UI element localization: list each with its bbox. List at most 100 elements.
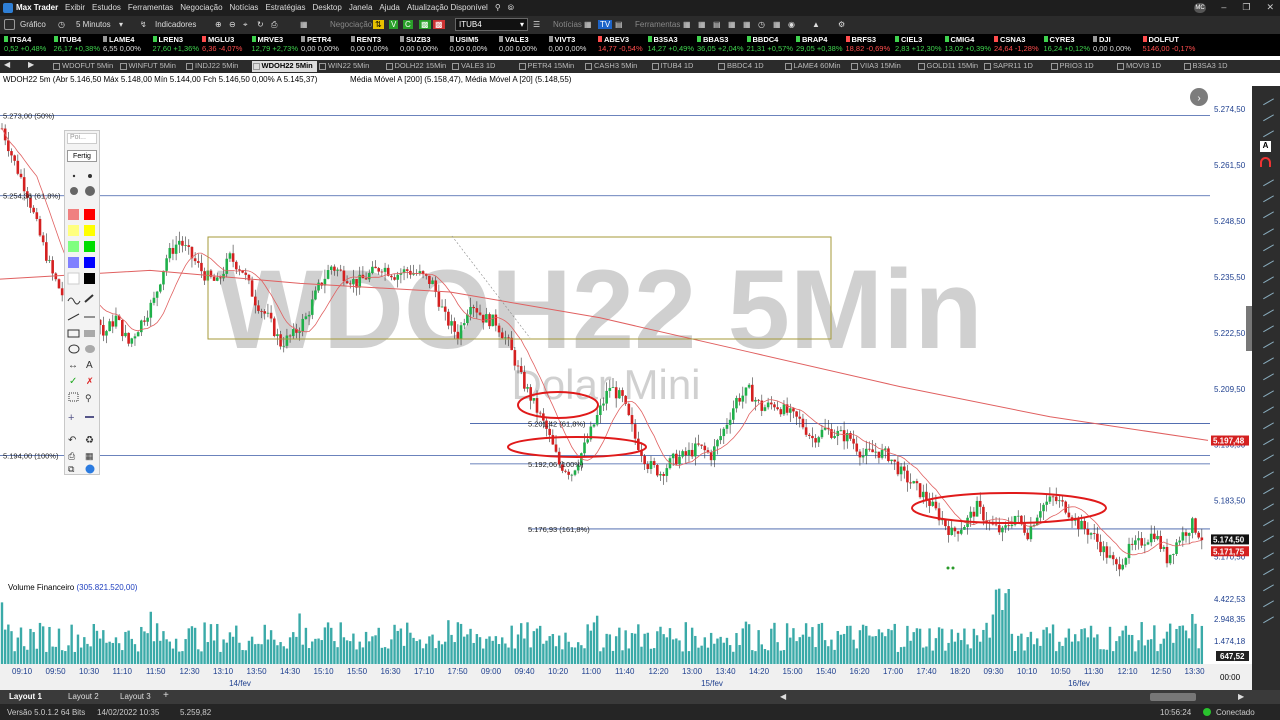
expand-icon[interactable] [1258, 559, 1274, 576]
filled-rectangle-icon[interactable] [84, 330, 95, 337]
vertical-scrollbar[interactable] [1246, 306, 1252, 351]
refresh-icon[interactable]: ↻ [257, 20, 264, 29]
ticker-item[interactable]: MRVE3 12,79 +2,73% [251, 35, 302, 53]
price-chart[interactable]: WDOH22 5Min Dolar Mini 5.273,00 (50%)5.2… [0, 86, 1252, 690]
dot-size-3-icon[interactable] [70, 187, 78, 195]
dot-size-1-icon[interactable] [72, 174, 76, 178]
tool-d-icon[interactable]: ▦ [743, 20, 751, 29]
ellipse-tool-icon[interactable] [68, 344, 80, 354]
ticker-item[interactable]: CIEL3 2,83 +12,30% [895, 35, 945, 53]
sell-icon[interactable]: C [403, 20, 413, 29]
ticker-item[interactable]: CSNA3 24,64 -1,28% [994, 35, 1044, 53]
color-pink-swatch[interactable] [68, 209, 79, 220]
undo-icon[interactable] [1258, 494, 1274, 511]
alarm-icon[interactable]: ◷ [758, 20, 765, 29]
minimize-icon[interactable]: – [1221, 2, 1226, 13]
ticker-item[interactable]: ABEV3 14,77 -0,54% [598, 35, 648, 53]
print-icon[interactable]: ⎙ [271, 20, 277, 30]
tab-layout-3[interactable]: Layout 3 [120, 692, 151, 701]
dot-size-2-icon[interactable] [88, 174, 92, 178]
ticker-item[interactable]: B3SA3 14,27 +0,49% [647, 35, 698, 53]
color-blue-swatch[interactable] [84, 257, 95, 268]
pointer-icon[interactable] [1258, 89, 1274, 106]
color-lightgreen-swatch[interactable] [68, 241, 79, 252]
tool-e-icon[interactable]: ▦ [773, 20, 781, 29]
tab-winfut-5min[interactable]: WINFUT 5Min [119, 61, 176, 72]
color-lightblue-swatch[interactable] [68, 257, 79, 268]
menu-ajuda[interactable]: Ajuda [379, 3, 399, 13]
save-icon[interactable]: ▦ [85, 451, 94, 461]
bookmark-icon[interactable] [1258, 591, 1274, 608]
lock-icon[interactable] [1258, 413, 1274, 430]
ticker-item[interactable]: ITUB4 26,17 +0,38% [53, 35, 104, 53]
ticker-item[interactable]: VIVT3 0,00 0,00% [548, 35, 599, 53]
print-icon[interactable]: ⎙ [68, 451, 76, 461]
ticker-item[interactable]: LAME4 6,55 0,00% [103, 35, 153, 53]
ticker-item[interactable]: MGLU3 6,36 -4,07% [202, 35, 252, 53]
menu-estrategias[interactable]: Estratégias [265, 3, 305, 13]
chevron-down-icon[interactable]: ▾ [119, 20, 123, 29]
layout-grid-icon[interactable]: ▦ [300, 20, 308, 29]
symbol-select[interactable]: ITUB4 ▾ [455, 18, 528, 31]
tab-sapr11-1d[interactable]: SAPR11 1D [983, 61, 1033, 72]
fib-icon[interactable] [1258, 267, 1274, 284]
color-yellow-swatch[interactable] [84, 225, 95, 236]
dot-size-4-icon[interactable] [85, 186, 95, 196]
ticker-item[interactable]: VALE3 0,00 0,00% [499, 35, 549, 53]
menu-negociacao[interactable]: Negociação [180, 3, 222, 13]
ticker-item[interactable]: BRFS3 18,82 -0,69% [845, 35, 896, 53]
calc-icon[interactable]: ▦ [584, 20, 592, 29]
freehand-icon[interactable] [67, 297, 81, 305]
ticker-item[interactable]: DOLFUT 5146,00 -0,17% [1142, 35, 1195, 53]
tab-lame4-60min[interactable]: LAME4 60Min [784, 61, 841, 72]
search-icon[interactable]: ⚲ [495, 3, 501, 13]
tab-petr4-15min[interactable]: PETR4 15Min [518, 61, 574, 72]
menu-janela[interactable]: Janela [349, 3, 373, 13]
color-black-swatch[interactable] [84, 273, 95, 284]
color-green-swatch[interactable] [84, 241, 95, 252]
redo-icon[interactable] [1258, 510, 1274, 527]
rectangle-icon[interactable] [1258, 300, 1274, 316]
education-icon[interactable]: ▲ [812, 20, 820, 29]
tab-viia3-15min[interactable]: VIIA3 15Min [850, 61, 901, 72]
menu-estudos[interactable]: Estudos [92, 3, 121, 13]
ticker-item[interactable]: BRAP4 29,05 +0,38% [796, 35, 846, 53]
hide-icon[interactable] [1258, 397, 1274, 414]
scroll-left-icon[interactable]: ◀ [780, 692, 786, 701]
menu-atualizacao[interactable]: Atualização Disponível [407, 3, 488, 13]
line-tool-icon[interactable] [67, 313, 80, 321]
restore-icon[interactable]: ❐ [1242, 2, 1250, 13]
filled-ellipse-icon[interactable] [85, 345, 95, 353]
ticker-item[interactable]: CMIG4 13,02 +0,39% [944, 35, 995, 53]
negociacao-button[interactable]: Negociação [330, 20, 372, 29]
pencil-icon[interactable] [84, 294, 94, 303]
trend-line-icon[interactable] [1258, 203, 1274, 219]
tab-win22-5min[interactable]: WIN22 5Min [318, 61, 369, 72]
delete-icon[interactable]: A [1260, 140, 1271, 152]
menu-exibir[interactable]: Exibir [65, 3, 85, 13]
ticker-item[interactable]: DJI 0,00 0,00% [1093, 35, 1143, 53]
draw-icon[interactable] [1258, 105, 1274, 122]
price-note-icon[interactable] [1258, 381, 1274, 397]
fib-fan-icon[interactable] [1258, 284, 1274, 300]
ticker-item[interactable]: CYRE3 16,24 +0,12% [1043, 35, 1094, 53]
tool-a-icon[interactable]: ▦ [683, 20, 691, 29]
indicadores-dropdown[interactable]: Indicadores [155, 20, 196, 29]
menu-ferramentas[interactable]: Ferramentas [128, 3, 173, 13]
tab-vale3-1d[interactable]: VALE3 1D [451, 61, 495, 72]
calendar-icon[interactable]: ▦ [728, 20, 736, 29]
arrow-icon[interactable] [1258, 332, 1274, 349]
measure-icon[interactable] [1258, 365, 1274, 381]
arrow-tool-icon[interactable]: ↔ [68, 360, 78, 371]
tool-c-icon[interactable]: ▤ [713, 20, 721, 29]
color-red-swatch[interactable] [84, 209, 95, 220]
eraser-icon[interactable] [1258, 122, 1274, 138]
more-icon[interactable] [1258, 608, 1274, 624]
interval-dropdown[interactable]: 5 Minutos [76, 20, 111, 29]
crosshair-icon[interactable]: ⌖ [243, 20, 248, 30]
ticker-item[interactable]: SUZB3 0,00 0,00% [400, 35, 450, 53]
add-layout-icon[interactable]: + [163, 690, 169, 701]
nav-right-icon[interactable]: ▶ [28, 60, 34, 69]
chart-icon[interactable] [4, 19, 15, 30]
text-tool-icon[interactable]: A [86, 360, 93, 371]
